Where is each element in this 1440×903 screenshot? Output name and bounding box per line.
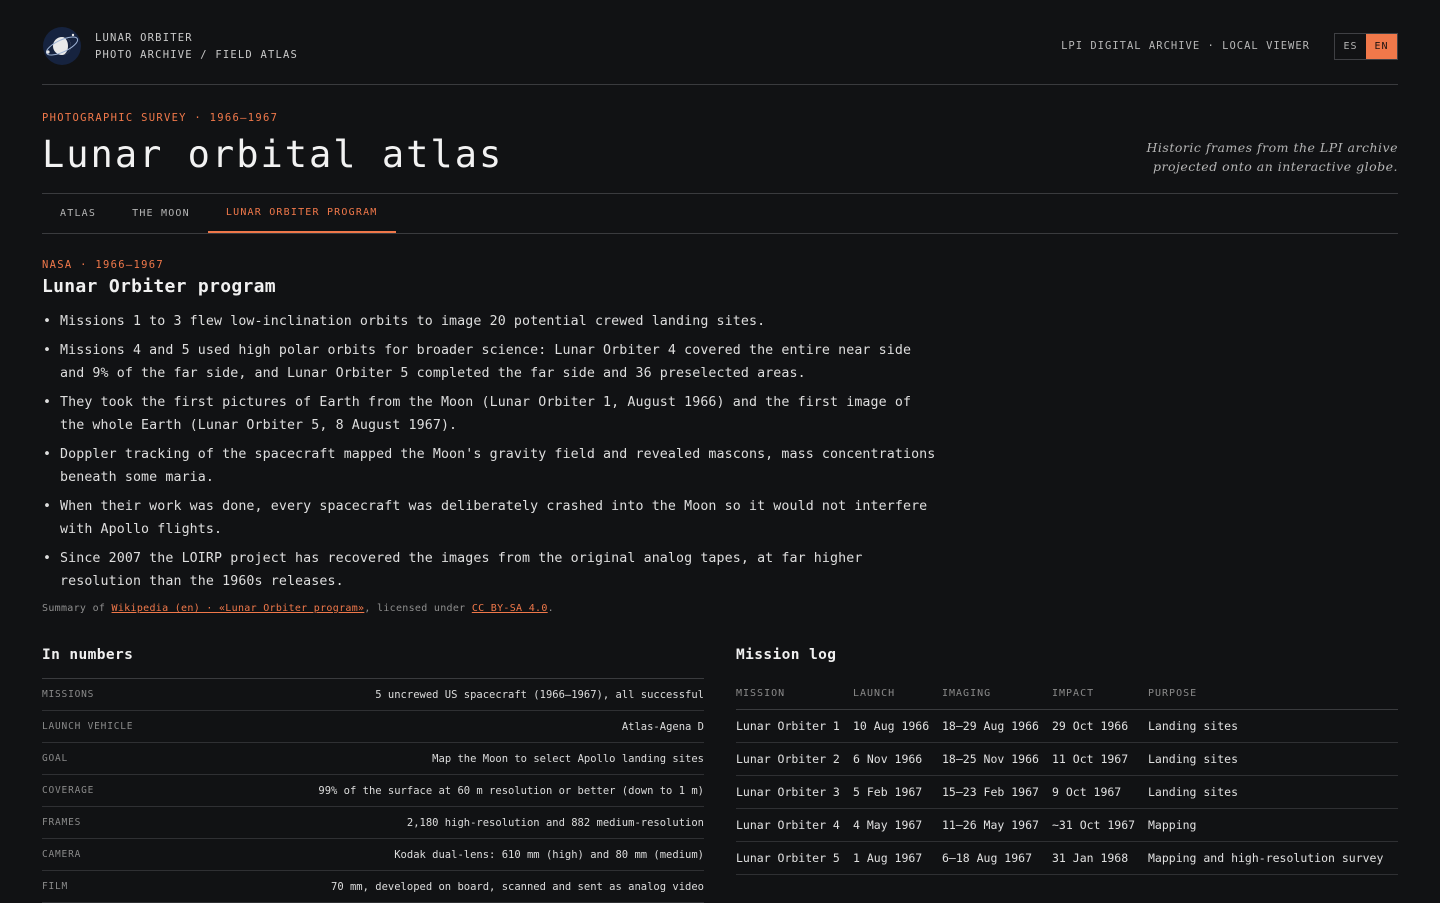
- cell-launch: 10 Aug 1966: [853, 709, 942, 743]
- cell-imaging: 6–18 Aug 1967: [942, 841, 1052, 875]
- table-row: Lunar Orbiter 4 4 May 1967 11–26 May 196…: [736, 808, 1398, 842]
- program-section: NASA · 1966–1967 Lunar Orbiter program M…: [42, 259, 942, 614]
- top-bar: LUNAR ORBITER PHOTO ARCHIVE / FIELD ATLA…: [42, 0, 1398, 85]
- moon-orbit-logo-icon[interactable]: [42, 26, 82, 66]
- attribution-suffix: .: [547, 603, 554, 614]
- cell-launch: 5 Feb 1967: [853, 775, 942, 809]
- program-bullets: Missions 1 to 3 flew low-inclination orb…: [42, 310, 942, 593]
- numbers-row: LAUNCH VEHICLE Atlas-Agena D: [42, 711, 704, 743]
- lang-es-button[interactable]: ES: [1335, 34, 1366, 59]
- numbers-value: Kodak dual-lens: 610 mm (high) and 80 mm…: [394, 848, 704, 861]
- bullet-item: They took the first pictures of Earth fr…: [42, 391, 942, 437]
- numbers-value: 2,180 high-resolution and 882 medium-res…: [406, 816, 704, 829]
- table-row: Lunar Orbiter 2 6 Nov 1966 18–25 Nov 196…: [736, 742, 1398, 776]
- numbers-value: 99% of the surface at 60 m resolution or…: [318, 784, 704, 797]
- cell-launch: 1 Aug 1967: [853, 841, 942, 875]
- numbers-value: 70 mm, developed on board, scanned and s…: [331, 880, 704, 893]
- numbers-value: Map the Moon to select Apollo landing si…: [432, 752, 704, 765]
- tab-atlas[interactable]: ATLAS: [42, 194, 114, 232]
- cell-imaging: 18–29 Aug 1966: [942, 709, 1052, 743]
- cell-mission: Lunar Orbiter 3: [736, 775, 853, 809]
- numbers-row: FRAMES 2,180 high-resolution and 882 med…: [42, 807, 704, 839]
- numbers-row: FILM 70 mm, developed on board, scanned …: [42, 871, 704, 903]
- bullet-item: Missions 1 to 3 flew low-inclination orb…: [42, 310, 942, 333]
- bullet-item: Doppler tracking of the spacecraft mappe…: [42, 443, 942, 489]
- tab-lunar-orbiter-program[interactable]: LUNAR ORBITER PROGRAM: [207, 194, 396, 233]
- mission-log-section: Mission log MISSION LAUNCH IMAGING IMPAC…: [736, 647, 1398, 875]
- brand-title: LUNAR ORBITER: [95, 32, 193, 44]
- bullet-item: Missions 4 and 5 used high polar orbits …: [42, 339, 942, 385]
- archive-link[interactable]: LPI DIGITAL ARCHIVE · LOCAL VIEWER: [1061, 40, 1310, 52]
- attribution-mid: , licensed under: [364, 603, 472, 614]
- cell-mission: Lunar Orbiter 1: [736, 709, 853, 743]
- numbers-key: MISSIONS: [42, 689, 95, 700]
- cell-purpose: Landing sites: [1148, 709, 1398, 743]
- bullet-item: Since 2007 the LOIRP project has recover…: [42, 547, 942, 593]
- language-switcher: ES EN: [1334, 33, 1398, 60]
- tab-the-moon[interactable]: THE MOON: [114, 194, 208, 232]
- cell-imaging: 18–25 Nov 1966: [942, 742, 1052, 776]
- numbers-section: In numbers MISSIONS 5 uncrewed US spacec…: [42, 647, 704, 903]
- table-row: Lunar Orbiter 5 1 Aug 1967 6–18 Aug 1967…: [736, 841, 1398, 875]
- hero-kicker: PHOTOGRAPHIC SURVEY · 1966–1967: [42, 112, 279, 124]
- cell-purpose: Landing sites: [1148, 775, 1398, 809]
- column-header-imaging: IMAGING: [942, 678, 1052, 710]
- numbers-value: Atlas-Agena D: [621, 720, 704, 733]
- cell-imaging: 11–26 May 1967: [942, 808, 1052, 842]
- wikipedia-source-link[interactable]: Wikipedia (en) · «Lunar Orbiter program»: [112, 603, 365, 614]
- cell-mission: Lunar Orbiter 5: [736, 841, 853, 875]
- page: LUNAR ORBITER PHOTO ARCHIVE / FIELD ATLA…: [42, 0, 1398, 903]
- cell-impact: 31 Jan 1968: [1052, 841, 1148, 875]
- cell-impact: 29 Oct 1966: [1052, 709, 1148, 743]
- cell-mission: Lunar Orbiter 2: [736, 742, 853, 776]
- numbers-row: COVERAGE 99% of the surface at 60 m reso…: [42, 775, 704, 807]
- cell-launch: 6 Nov 1966: [853, 742, 942, 776]
- column-header-purpose: PURPOSE: [1148, 678, 1398, 710]
- hero-tagline: Historic frames from the LPI archive pro…: [1147, 138, 1398, 176]
- table-header-row: MISSION LAUNCH IMAGING IMPACT PURPOSE: [736, 678, 1398, 710]
- numbers-row: CAMERA Kodak dual-lens: 610 mm (high) an…: [42, 839, 704, 871]
- page-title: Lunar orbital atlas: [42, 133, 504, 176]
- cell-purpose: Mapping: [1148, 808, 1398, 842]
- column-header-launch: LAUNCH: [853, 678, 942, 710]
- table-row: Lunar Orbiter 3 5 Feb 1967 15–23 Feb 196…: [736, 775, 1398, 809]
- attribution-prefix: Summary of: [42, 603, 112, 614]
- numbers-key: CAMERA: [42, 849, 82, 860]
- cell-mission: Lunar Orbiter 4: [736, 808, 853, 842]
- cell-purpose: Mapping and high-resolution survey: [1148, 841, 1398, 875]
- tab-bar: ATLAS THE MOON LUNAR ORBITER PROGRAM: [42, 194, 1398, 234]
- cell-purpose: Landing sites: [1148, 742, 1398, 776]
- mission-log-table: MISSION LAUNCH IMAGING IMPACT PURPOSE Lu…: [736, 678, 1398, 875]
- numbers-key: COVERAGE: [42, 785, 95, 796]
- tagline-line-1: Historic frames from the LPI archive: [1146, 140, 1398, 155]
- numbers-row: MISSIONS 5 uncrewed US spacecraft (1966–…: [42, 679, 704, 711]
- brand: LUNAR ORBITER PHOTO ARCHIVE / FIELD ATLA…: [95, 30, 298, 64]
- cell-impact: ~31 Oct 1967: [1052, 808, 1148, 842]
- attribution: Summary of Wikipedia (en) · «Lunar Orbit…: [42, 603, 942, 614]
- hero: PHOTOGRAPHIC SURVEY · 1966–1967 Lunar or…: [42, 85, 1398, 194]
- program-title: Lunar Orbiter program: [42, 276, 276, 297]
- tagline-line-2: projected onto an interactive globe.: [1153, 159, 1398, 174]
- numbers-key: LAUNCH VEHICLE: [42, 721, 134, 732]
- lang-en-button[interactable]: EN: [1366, 34, 1397, 59]
- numbers-key: FRAMES: [42, 817, 82, 828]
- program-kicker: NASA · 1966–1967: [42, 259, 164, 271]
- numbers-key: GOAL: [42, 753, 69, 764]
- numbers-value: 5 uncrewed US spacecraft (1966–1967), al…: [375, 688, 704, 701]
- brand-subtitle: PHOTO ARCHIVE / FIELD ATLAS: [95, 49, 299, 61]
- cell-launch: 4 May 1967: [853, 808, 942, 842]
- numbers-title: In numbers: [42, 647, 704, 679]
- numbers-row: GOAL Map the Moon to select Apollo landi…: [42, 743, 704, 775]
- cell-impact: 11 Oct 1967: [1052, 742, 1148, 776]
- license-link[interactable]: CC BY-SA 4.0: [472, 603, 548, 614]
- table-row: Lunar Orbiter 1 10 Aug 1966 18–29 Aug 19…: [736, 709, 1398, 743]
- cell-impact: 9 Oct 1967: [1052, 775, 1148, 809]
- numbers-key: FILM: [42, 881, 69, 892]
- cell-imaging: 15–23 Feb 1967: [942, 775, 1052, 809]
- column-header-mission: MISSION: [736, 678, 853, 710]
- column-header-impact: IMPACT: [1052, 678, 1148, 710]
- bullet-item: When their work was done, every spacecra…: [42, 495, 942, 541]
- mission-log-title: Mission log: [736, 647, 837, 663]
